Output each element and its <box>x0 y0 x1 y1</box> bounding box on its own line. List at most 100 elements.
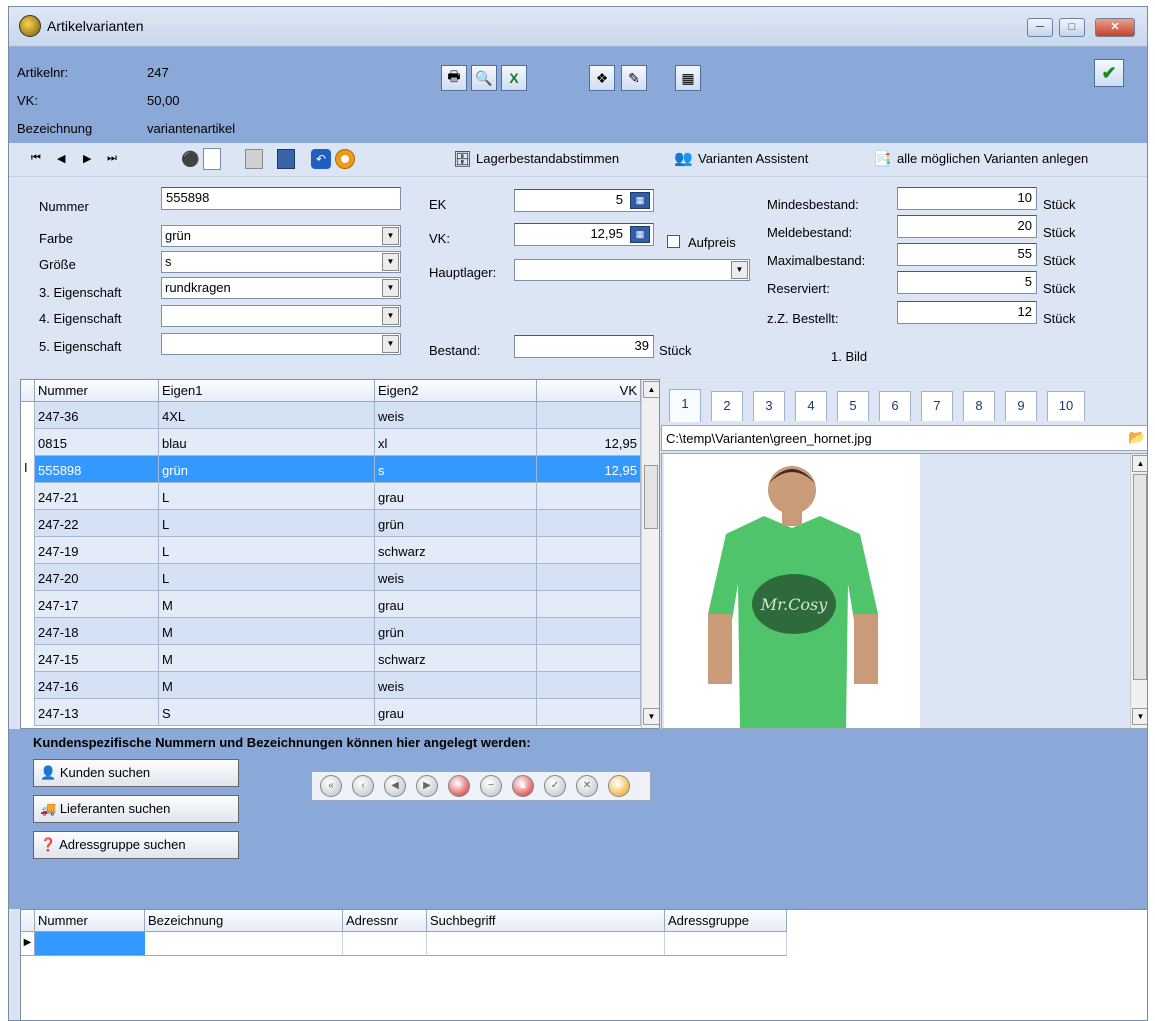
scroll-down-icon[interactable]: ▼ <box>1132 708 1147 725</box>
scroll-thumb[interactable] <box>1133 474 1147 680</box>
nav-prev-icon[interactable]: ◀ <box>384 775 406 797</box>
nav-first-icon[interactable]: « <box>320 775 342 797</box>
nav-post-icon[interactable]: ✓ <box>544 775 566 797</box>
column-header-nummer[interactable]: Nummer <box>35 910 145 932</box>
image-scrollbar[interactable]: ▲ ▼ <box>1130 454 1147 728</box>
image-tab-9[interactable]: 9 <box>1005 391 1037 421</box>
maximize-button[interactable]: □ <box>1059 18 1085 37</box>
bestand-input[interactable]: 39 <box>514 335 654 358</box>
table-row[interactable]: 0815 blau xl 12,95 <box>21 429 641 456</box>
cell-nummer[interactable]: 247-16 <box>35 672 159 699</box>
nav-add-icon[interactable]: + <box>448 775 470 797</box>
open-folder-icon[interactable]: 📂 <box>1128 429 1145 446</box>
cell-nummer[interactable]: 247-22 <box>35 510 159 537</box>
image-tab-5[interactable]: 5 <box>837 391 869 421</box>
eigenschaft-4-select[interactable]: ▼ <box>161 305 401 327</box>
table-row[interactable]: 247-22 Lgrün <box>21 510 641 537</box>
print-icon[interactable]: 🖶 <box>441 65 467 91</box>
settings-icon[interactable]: ▦ <box>675 65 701 91</box>
image-path-field[interactable]: C:\temp\Varianten\green_hornet.jpg 📂 <box>661 425 1147 451</box>
cell-eigen1[interactable]: S <box>159 699 375 726</box>
cell-eigen1[interactable]: L <box>159 483 375 510</box>
farbe-select[interactable]: grün ▼ <box>161 225 401 247</box>
image-tab-1[interactable]: 1 <box>669 389 701 422</box>
cell-eigen2[interactable]: grau <box>375 699 537 726</box>
cell-vk[interactable]: 12,95 <box>537 429 641 456</box>
cell-vk[interactable] <box>537 618 641 645</box>
cell-eigen2[interactable]: schwarz <box>375 645 537 672</box>
cell-vk[interactable] <box>537 645 641 672</box>
lieferanten-suchen-button[interactable]: 🚚 Lieferanten suchen <box>33 795 239 823</box>
minimize-button[interactable]: ─ <box>1027 18 1053 37</box>
refresh-icon[interactable] <box>335 149 355 169</box>
column-header-adressnr[interactable]: Adressnr <box>343 910 427 932</box>
column-header-adressgruppe[interactable]: Adressgruppe <box>665 910 787 932</box>
cell-nummer[interactable]: 555898 <box>35 456 159 483</box>
calculator-icon[interactable]: ▦ <box>630 192 650 209</box>
new-row-adressnr-cell[interactable] <box>343 932 427 956</box>
cell-nummer[interactable]: 247-18 <box>35 618 159 645</box>
mindestbestand-input[interactable]: 10 <box>897 187 1037 210</box>
print-preview-icon[interactable]: 🔍 <box>471 65 497 91</box>
cell-eigen1[interactable]: M <box>159 618 375 645</box>
chevron-down-icon[interactable]: ▼ <box>382 253 399 271</box>
image-tab-7[interactable]: 7 <box>921 391 953 421</box>
calculator-icon[interactable]: ▦ <box>630 226 650 243</box>
cell-eigen1[interactable]: L <box>159 510 375 537</box>
cell-eigen1[interactable]: 4XL <box>159 402 375 429</box>
cell-eigen1[interactable]: blau <box>159 429 375 456</box>
scroll-down-icon[interactable]: ▼ <box>643 708 659 725</box>
cell-vk[interactable] <box>537 537 641 564</box>
cell-nummer[interactable]: 247-19 <box>35 537 159 564</box>
column-header-eigen2[interactable]: Eigen2 <box>375 380 537 402</box>
reserviert-input[interactable]: 5 <box>897 271 1037 294</box>
table-row[interactable]: 247-15 Mschwarz <box>21 645 641 672</box>
hauptlager-select[interactable]: ▼ <box>514 259 750 281</box>
cell-eigen1[interactable]: M <box>159 645 375 672</box>
column-header-bezeichnung[interactable]: Bezeichnung <box>145 910 343 932</box>
cell-vk[interactable]: 12,95 <box>537 456 641 483</box>
cell-vk[interactable] <box>537 510 641 537</box>
cell-vk[interactable] <box>537 699 641 726</box>
cell-nummer[interactable]: 247-36 <box>35 402 159 429</box>
new-document-icon[interactable] <box>203 148 221 170</box>
table-row[interactable]: 247-18 Mgrün <box>21 618 641 645</box>
table-row[interactable]: 247-20 Lweis <box>21 564 641 591</box>
cell-vk[interactable] <box>537 402 641 429</box>
varianten-assistent-button[interactable]: Varianten Assistent <box>698 151 808 166</box>
chevron-down-icon[interactable]: ▼ <box>382 307 399 325</box>
table-row[interactable]: 247-21 Lgrau <box>21 483 641 510</box>
image-tab-8[interactable]: 8 <box>963 391 995 421</box>
image-tab-2[interactable]: 2 <box>711 391 743 421</box>
cell-nummer[interactable]: 247-17 <box>35 591 159 618</box>
chevron-down-icon[interactable]: ▼ <box>731 261 748 279</box>
cell-vk[interactable] <box>537 564 641 591</box>
aufpreis-checkbox[interactable] <box>667 235 680 248</box>
bestellt-input[interactable]: 12 <box>897 301 1037 324</box>
excel-export-icon[interactable]: X <box>501 65 527 91</box>
cell-eigen2[interactable]: grau <box>375 483 537 510</box>
image-tab-3[interactable]: 3 <box>753 391 785 421</box>
chevron-down-icon[interactable]: ▼ <box>382 279 399 297</box>
next-record-icon[interactable]: ▶ <box>83 152 91 165</box>
cell-eigen2[interactable]: grün <box>375 510 537 537</box>
eigenschaft-3-select[interactable]: rundkragen ▼ <box>161 277 401 299</box>
edit-icon[interactable] <box>245 149 263 169</box>
cell-eigen2[interactable]: xl <box>375 429 537 456</box>
table-row[interactable]: 247-19 Lschwarz <box>21 537 641 564</box>
eigenschaft-5-select[interactable]: ▼ <box>161 333 401 355</box>
cell-eigen2[interactable]: schwarz <box>375 537 537 564</box>
column-header-nummer[interactable]: Nummer <box>35 380 159 402</box>
cell-vk[interactable] <box>537 672 641 699</box>
column-header-vk[interactable]: VK <box>537 380 641 402</box>
maximalbestand-input[interactable]: 55 <box>897 243 1037 266</box>
alle-varianten-anlegen-button[interactable]: alle möglichen Varianten anlegen <box>897 151 1088 166</box>
nav-remove-icon[interactable]: − <box>480 775 502 797</box>
cell-eigen1[interactable]: M <box>159 591 375 618</box>
customer-numbers-grid[interactable]: Nummer Bezeichnung Adressnr Suchbegriff … <box>20 909 1147 1020</box>
grid-scrollbar[interactable]: ▲ ▼ <box>641 380 659 728</box>
adressgruppe-suchen-button[interactable]: ❓ Adressgruppe suchen <box>33 831 239 859</box>
cell-eigen2[interactable]: weis <box>375 402 537 429</box>
column-header-suchbegriff[interactable]: Suchbegriff <box>427 910 665 932</box>
groesse-select[interactable]: s ▼ <box>161 251 401 273</box>
